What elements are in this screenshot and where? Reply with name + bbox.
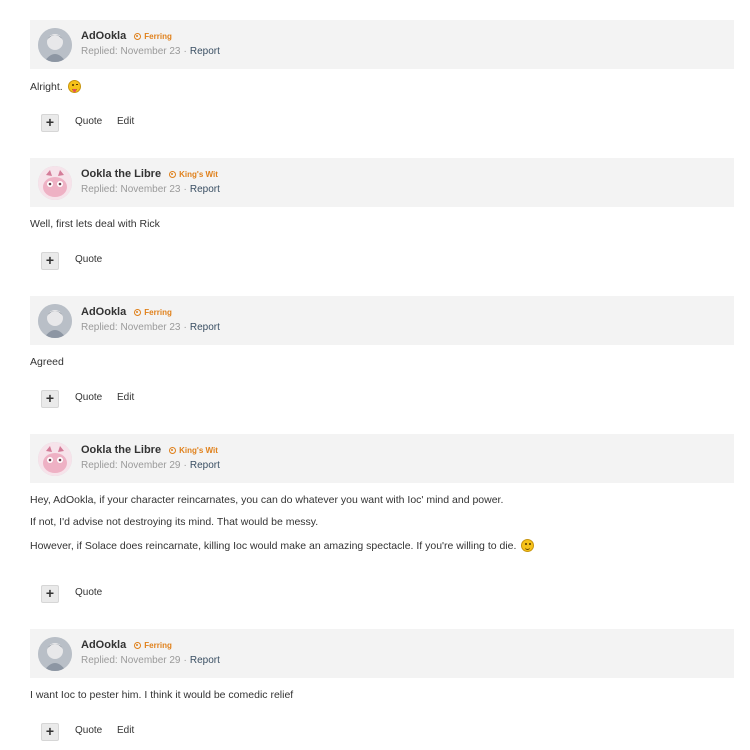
report-link[interactable]: Report [190,46,220,57]
reaction-plus-button[interactable]: + [41,252,59,270]
forum-post: Ookla the Libre King's Wit Replied: Nove… [30,434,734,603]
forum-post: AdOokla Ferring Replied: November 29 · Rep… [30,629,734,741]
avatar-helmet-icon[interactable] [38,637,72,671]
post-text: Well, first lets deal with Rick [30,217,160,230]
rank-label: Ferring [144,308,172,317]
author-name[interactable]: AdOokla [81,639,126,651]
rank-badge: King's Wit [169,170,218,179]
author-name[interactable]: Ookla the Libre [81,168,161,180]
tongue-emoji-icon [67,79,81,93]
rank-badge: Ferring [134,641,172,650]
post-header: AdOokla Ferring Replied: November 23 · Rep… [30,296,734,345]
reaction-plus-button[interactable]: + [41,114,59,132]
post-header: Ookla the Libre King's Wit Replied: Nove… [30,434,734,483]
quote-button[interactable]: Quote [75,725,102,736]
report-link[interactable]: Report [190,655,220,666]
meta-separator: · [183,322,187,333]
quote-button[interactable]: Quote [75,254,102,265]
post-header: AdOokla Ferring Replied: November 29 · Rep… [30,629,734,678]
post-actions: + Quote [41,252,161,270]
report-link[interactable]: Report [190,184,220,195]
rank-badge: Ferring [134,32,172,41]
report-link[interactable]: Report [190,322,220,333]
post-text: I want Ioc to pester him. I think it wou… [30,688,294,701]
thread-column: AdOokla Ferring Replied: November 23 · Rep… [30,0,734,750]
quote-button[interactable]: Quote [75,116,102,127]
post-text: Alright. [30,79,734,93]
rank-label: King's Wit [179,446,218,455]
rank-icon [134,33,142,40]
forum-post: AdOokla Ferring Replied: November 23 · Rep… [30,296,734,408]
post-text: However, if Solace does reincarnate, kil… [30,538,734,552]
rank-badge: Ferring [134,308,172,317]
reply-date: Replied: November 29 [81,655,181,666]
edit-button[interactable]: Edit [117,725,134,736]
quote-button[interactable]: Quote [75,392,102,403]
post-text: Agreed [30,355,64,368]
smile-emoji-icon [521,538,535,552]
meta-separator: · [183,46,187,57]
reply-date: Replied: November 23 [81,46,181,57]
meta-separator: · [183,655,187,666]
rank-label: King's Wit [179,170,218,179]
rank-icon [169,447,177,454]
rank-label: Ferring [144,641,172,650]
reply-date: Replied: November 29 [81,460,181,471]
meta-separator: · [183,460,187,471]
author-name[interactable]: Ookla the Libre [81,444,161,456]
forum-post: Ookla the Libre King's Wit Replied: Nove… [30,158,734,270]
quote-button[interactable]: Quote [75,587,102,598]
post-actions: + Quote Edit [41,114,161,132]
avatar-helmet-icon[interactable] [38,304,72,338]
edit-button[interactable]: Edit [117,116,134,127]
post-actions: + Quote Edit [41,390,161,408]
post-header: AdOokla Ferring Replied: November 23 · Rep… [30,20,734,69]
reaction-plus-button[interactable]: + [41,390,59,408]
author-name[interactable]: AdOokla [81,30,126,42]
reaction-plus-button[interactable]: + [41,585,59,603]
avatar-pink-owl-icon[interactable] [38,166,72,200]
avatar-helmet-icon[interactable] [38,28,72,62]
reply-date: Replied: November 23 [81,322,181,333]
post-header: Ookla the Libre King's Wit Replied: Nove… [30,158,734,207]
author-name[interactable]: AdOokla [81,306,126,318]
rank-badge: King's Wit [169,446,218,455]
rank-icon [134,642,142,649]
rank-label: Ferring [144,32,172,41]
reaction-plus-button[interactable]: + [41,723,59,741]
forum-thread-page: AdOokla Ferring Replied: November 23 · Rep… [0,0,750,750]
meta-separator: · [183,184,187,195]
post-text: Hey, AdOokla, if your character reincarn… [30,493,504,506]
post-actions: + Quote Edit [41,723,161,741]
reply-date: Replied: November 23 [81,184,181,195]
forum-post: AdOokla Ferring Replied: November 23 · Rep… [30,20,734,132]
edit-button[interactable]: Edit [117,392,134,403]
report-link[interactable]: Report [190,460,220,471]
rank-icon [169,171,177,178]
rank-icon [134,309,142,316]
post-actions: + Quote [41,585,161,603]
post-text: If not, I'd advise not destroying its mi… [30,516,319,528]
avatar-pink-owl-icon[interactable] [38,442,72,476]
